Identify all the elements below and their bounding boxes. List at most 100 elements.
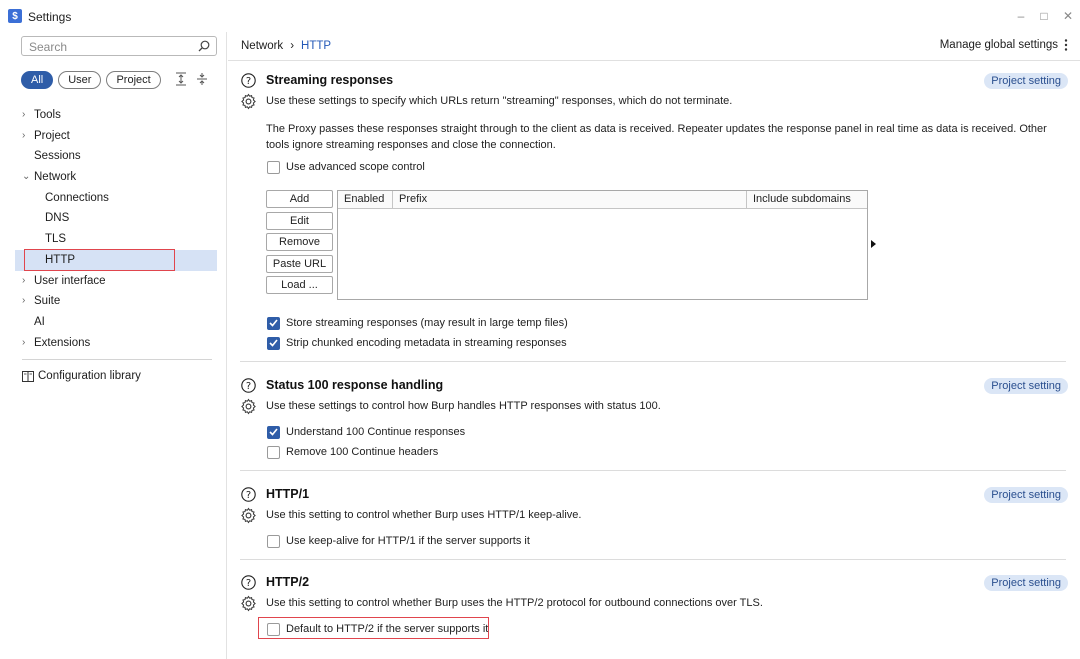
keepalive-checkbox[interactable] (267, 534, 280, 548)
close-button[interactable]: ✕ (1058, 7, 1078, 25)
sidebar-divider (22, 359, 212, 360)
project-setting-badge: Project setting (984, 73, 1068, 89)
book-icon (22, 370, 34, 382)
sidebar-item-dns[interactable]: DNS (0, 208, 227, 229)
strip-chunked-checkbox[interactable] (267, 336, 280, 350)
breadcrumb-http: HTTP (301, 40, 332, 52)
table-buttons: Add Edit Remove Paste URL Load ... (266, 190, 333, 298)
checkmark-icon (269, 428, 278, 436)
section-title: HTTP/2 (266, 575, 310, 589)
sidebar-item-user-interface[interactable]: › User interface (0, 271, 227, 292)
sidebar-item-tools[interactable]: › Tools (0, 105, 227, 126)
advanced-scope-checkbox[interactable] (267, 160, 280, 174)
sidebar-item-connections[interactable]: Connections (0, 188, 227, 209)
section-title: Streaming responses (266, 73, 394, 87)
breadcrumb-network[interactable]: Network (241, 40, 283, 52)
sidebar-item-label: Sessions (34, 150, 81, 163)
svg-text:?: ? (246, 578, 251, 589)
gear-icon[interactable] (240, 398, 257, 415)
table-header: Enabled Prefix Include subdomains (338, 191, 867, 209)
understand-100-checkbox-row[interactable]: Understand 100 Continue responses (267, 424, 465, 440)
chevron-right-icon: › (22, 109, 26, 120)
sidebar-item-suite[interactable]: › Suite (0, 291, 227, 312)
remove-button[interactable]: Remove (266, 233, 333, 251)
section-description: Use this setting to control whether Burp… (266, 597, 763, 609)
help-icon[interactable]: ? (241, 575, 256, 590)
project-setting-badge: Project setting (984, 575, 1068, 591)
advanced-scope-checkbox-row[interactable]: Use advanced scope control (267, 159, 425, 175)
paste-url-button[interactable]: Paste URL (266, 254, 333, 273)
search-input[interactable]: Search (21, 36, 217, 56)
caret-right-icon (871, 240, 876, 248)
column-header-include-subdomains[interactable]: Include subdomains (747, 191, 867, 208)
streaming-responses-section: ? Streaming responses Project setting Us… (240, 73, 1068, 363)
checkbox-label: Remove 100 Continue headers (286, 446, 439, 458)
manage-global-settings-button[interactable]: Manage global settings (940, 39, 1068, 51)
help-icon[interactable]: ? (241, 487, 256, 502)
settings-tree: › Tools › Project Sessions ⌄ Network Connec… (0, 105, 227, 353)
gear-icon[interactable] (240, 507, 257, 524)
gear-icon[interactable] (240, 93, 257, 110)
remove-100-checkbox[interactable] (267, 445, 280, 459)
chevron-right-icon: › (22, 295, 26, 307)
section-description: Use these settings to control how Burp h… (266, 400, 661, 412)
sidebar-item-tls[interactable]: TLS (0, 229, 227, 250)
store-streaming-checkbox[interactable] (267, 316, 280, 330)
checkmark-icon (269, 319, 278, 327)
sidebar-item-label: User interface (34, 274, 106, 287)
minimize-button[interactable]: – (1011, 7, 1031, 25)
highlight-box (258, 617, 489, 639)
sidebar: Search All User Project › Tools › Project … (0, 32, 227, 659)
svg-text:?: ? (246, 76, 251, 87)
add-button[interactable]: Add (266, 190, 333, 208)
filter-all-button[interactable]: All (21, 71, 54, 89)
help-icon[interactable]: ? (241, 73, 256, 88)
sidebar-item-label: Extensions (34, 336, 91, 349)
filter-pills: All User Project (21, 70, 161, 90)
column-header-prefix[interactable]: Prefix (393, 191, 747, 208)
chevron-right-icon: › (22, 274, 26, 286)
checkbox-label: Strip chunked encoding metadata in strea… (286, 337, 567, 349)
sidebar-item-ai[interactable]: AI (0, 312, 227, 333)
streaming-urls-table[interactable]: Enabled Prefix Include subdomains (337, 190, 868, 300)
maximize-button[interactable]: □ (1034, 7, 1054, 25)
keepalive-checkbox-row[interactable]: Use keep-alive for HTTP/1 if the server … (267, 533, 530, 549)
edit-button[interactable]: Edit (266, 211, 333, 230)
checkmark-icon (269, 339, 278, 347)
highlight-box (24, 249, 175, 271)
section-divider (240, 559, 1066, 560)
status-100-section: ? Status 100 response handling Project s… (240, 378, 1068, 472)
breadcrumb-bar: Network › HTTP Manage global settings (228, 32, 1080, 61)
configuration-library-link[interactable]: Configuration library (22, 370, 141, 382)
sidebar-item-project[interactable]: › Project (0, 126, 227, 147)
expand-all-icon[interactable] (175, 72, 187, 86)
section-paragraph: The Proxy passes these responses straigh… (266, 123, 1047, 151)
understand-100-checkbox[interactable] (267, 425, 280, 439)
checkbox-label: Store streaming responses (may result in… (286, 317, 568, 329)
column-header-enabled[interactable]: Enabled (338, 191, 393, 208)
section-description: Use these settings to specify which URLs… (266, 95, 733, 107)
sidebar-item-label: Connections (45, 191, 109, 204)
section-description: Use this setting to control whether Burp… (266, 509, 582, 521)
section-title: HTTP/1 (266, 487, 310, 501)
sidebar-item-extensions[interactable]: › Extensions (0, 333, 227, 354)
store-streaming-checkbox-row[interactable]: Store streaming responses (may result in… (267, 315, 568, 331)
gear-icon[interactable] (240, 595, 257, 612)
project-setting-badge: Project setting (984, 378, 1068, 394)
sidebar-item-label: Network (34, 171, 77, 184)
filter-project-button[interactable]: Project (106, 71, 161, 89)
strip-chunked-checkbox-row[interactable]: Strip chunked encoding metadata in strea… (267, 335, 567, 351)
help-icon[interactable]: ? (241, 378, 256, 393)
sidebar-item-label: Tools (34, 109, 61, 121)
section-divider (240, 470, 1066, 471)
search-icon[interactable] (198, 40, 210, 52)
load-button[interactable]: Load ... (266, 276, 333, 294)
sidebar-item-network[interactable]: ⌄ Network (0, 167, 227, 188)
filter-user-button[interactable]: User (58, 71, 102, 89)
more-vertical-icon[interactable] (1064, 39, 1068, 51)
sidebar-item-label: AI (34, 315, 45, 328)
sidebar-item-sessions[interactable]: Sessions (0, 146, 227, 167)
manage-global-settings-label: Manage global settings (939, 39, 1058, 51)
collapse-all-icon[interactable] (196, 72, 208, 86)
remove-100-checkbox-row[interactable]: Remove 100 Continue headers (267, 444, 438, 460)
